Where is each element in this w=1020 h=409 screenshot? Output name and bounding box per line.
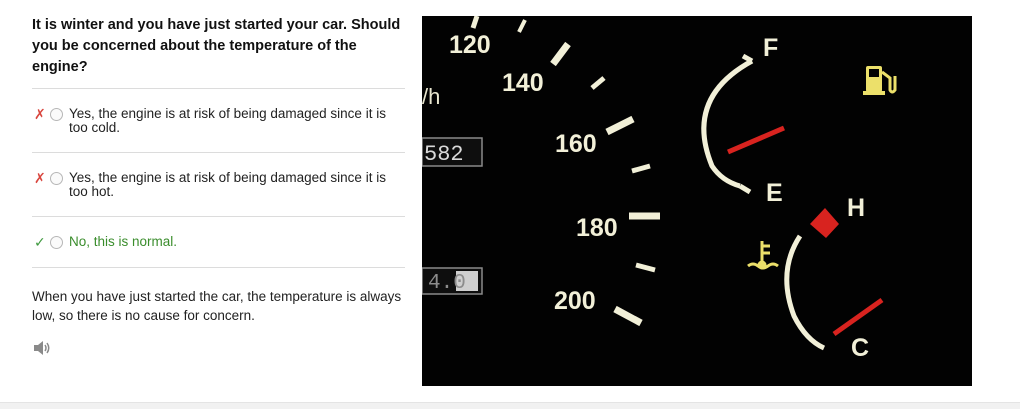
temp-hot-label: H bbox=[847, 194, 865, 222]
answer-option-3[interactable]: ✓ No, this is normal. bbox=[32, 216, 405, 268]
fuel-gauge-tick bbox=[738, 183, 752, 195]
temp-hot-zone bbox=[810, 208, 839, 238]
odometer: 582 bbox=[424, 142, 464, 167]
question-text: It is winter and you have just started y… bbox=[32, 17, 401, 75]
radio-button[interactable] bbox=[50, 236, 63, 249]
answer-option-text: Yes, the engine is at risk of being dama… bbox=[69, 169, 386, 199]
dashboard-photo: 120 140 160 180 200 /h 582 4.0 F E H C bbox=[422, 16, 972, 386]
speed-label: 180 bbox=[576, 214, 618, 242]
answer-option-2[interactable]: ✗ Yes, the engine is at risk of being da… bbox=[32, 152, 405, 216]
radio-button[interactable] bbox=[50, 171, 63, 185]
wrong-mark-icon: ✗ bbox=[34, 105, 46, 122]
speed-unit: /h bbox=[422, 84, 440, 109]
coolant-temperature-icon bbox=[747, 241, 779, 270]
speedometer-ticks bbox=[470, 16, 660, 327]
answer-option-text: Yes, the engine is at risk of being dama… bbox=[69, 105, 386, 135]
quiz-page: It is winter and you have just started y… bbox=[0, 0, 1020, 409]
explanation-text: When you have just started the car, the … bbox=[32, 289, 402, 323]
quiz-panel: It is winter and you have just started y… bbox=[32, 15, 405, 356]
temp-gauge-arc bbox=[784, 234, 826, 351]
trip-meter: 4.0 bbox=[428, 272, 466, 295]
answer-option-1[interactable]: ✗ Yes, the engine is at risk of being da… bbox=[32, 88, 405, 152]
fuel-pump-icon bbox=[863, 66, 897, 95]
fuel-empty-label: E bbox=[766, 179, 783, 207]
correct-mark-icon: ✓ bbox=[34, 234, 46, 250]
speed-label: 200 bbox=[554, 287, 596, 315]
wrong-mark-icon: ✗ bbox=[34, 169, 46, 186]
fuel-gauge-tick bbox=[741, 53, 754, 64]
fuel-full-label: F bbox=[763, 34, 778, 62]
speaker-icon[interactable] bbox=[32, 340, 52, 356]
bottom-bar bbox=[0, 402, 1020, 409]
radio-button[interactable] bbox=[50, 107, 63, 121]
temp-cold-label: C bbox=[851, 334, 869, 362]
speed-label: 160 bbox=[555, 130, 597, 158]
answer-option-text: No, this is normal. bbox=[69, 234, 178, 249]
fuel-needle bbox=[727, 125, 785, 155]
fuel-gauge-arc bbox=[701, 58, 754, 189]
temp-needle bbox=[832, 297, 884, 337]
speed-label: 140 bbox=[502, 69, 544, 97]
speed-label: 120 bbox=[449, 31, 491, 59]
